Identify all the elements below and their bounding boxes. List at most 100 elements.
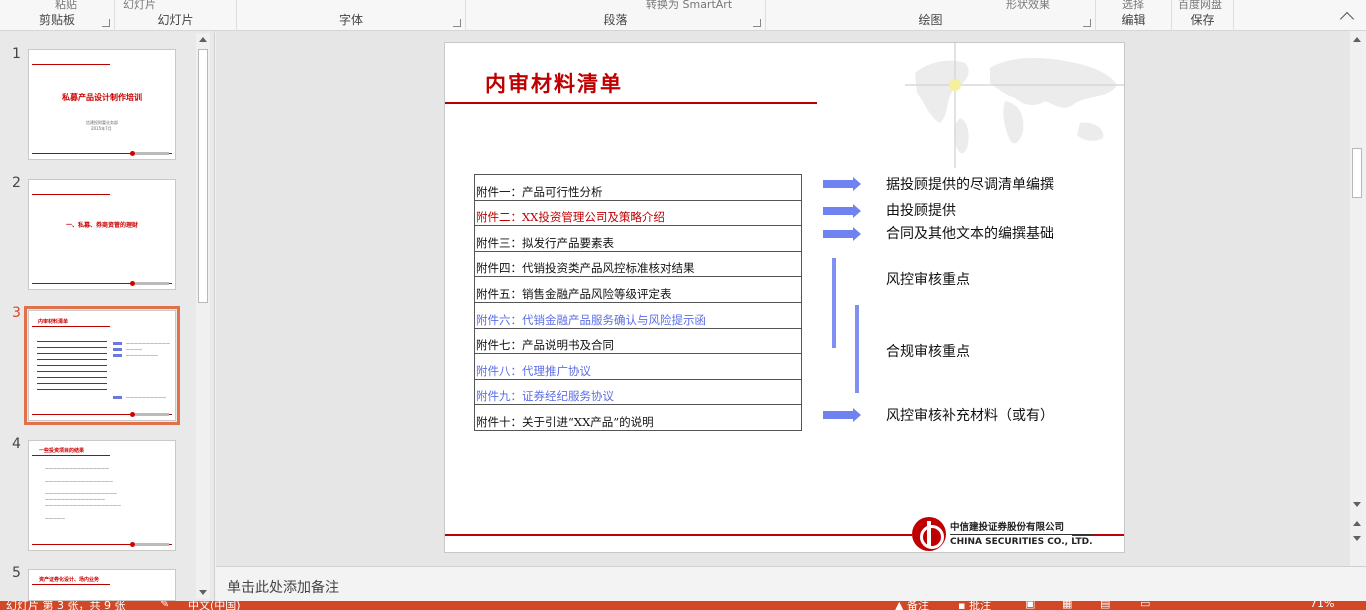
- language-indicator[interactable]: 中文(中国): [188, 601, 241, 610]
- ribbon-group-label: 编辑: [1121, 13, 1146, 27]
- scrollbar-thumb[interactable]: [198, 49, 208, 303]
- notes-pane[interactable]: 单击此处添加备注: [216, 566, 1366, 601]
- thumb-logo-icon: [130, 281, 169, 286]
- right-arrow-icon: [823, 204, 861, 218]
- ribbon-group-slides[interactable]: 幻灯片 幻灯片: [115, 0, 237, 31]
- scroll-down-icon[interactable]: [196, 585, 210, 599]
- thumb-title: 一、私募、券商资管的理财: [66, 222, 139, 229]
- table-row: 附件九：证券经纪服务协议: [474, 378, 802, 406]
- scroll-down-icon[interactable]: [1350, 497, 1364, 511]
- thumb-table-line: [37, 377, 107, 378]
- thumb-note-line: ———————————: [126, 341, 170, 346]
- table-row: 附件二：XX投资管理公司及策略介绍: [474, 199, 802, 227]
- attachment-item[interactable]: 附件一：产品可行性分析: [474, 174, 802, 201]
- reading-view-icon[interactable]: ▤: [1100, 601, 1110, 610]
- slide-thumbnail-1[interactable]: 私募产品设计制作培训 信建投财富业务部 2015年7月: [28, 49, 176, 160]
- thumb-table-line: [37, 389, 107, 390]
- attachment-item[interactable]: 附件九：证券经纪服务协议: [474, 378, 802, 406]
- attachment-item[interactable]: 附件二：XX投资管理公司及策略介绍: [474, 199, 802, 227]
- ribbon: 粘贴 剪贴板 幻灯片 幻灯片 字体 转换为 SmartArt 段落 形状效果 绘…: [0, 0, 1366, 31]
- thumb-body-line: ———————————————————: [45, 503, 121, 508]
- slide-count: 幻灯片 第 3 张，共 9 张: [6, 601, 126, 610]
- thumb-table-line: [37, 365, 107, 366]
- ribbon-group-clipboard[interactable]: 粘贴 剪贴板: [0, 0, 115, 31]
- scrollbar-thumb[interactable]: [1352, 148, 1362, 198]
- font-launcher-icon[interactable]: [453, 19, 461, 27]
- notes-toggle-label: 备注: [906, 601, 929, 610]
- note-compliance-review[interactable]: 合规审核重点: [886, 341, 970, 361]
- note-risk-review[interactable]: 风控审核重点: [886, 269, 970, 289]
- ribbon-group-label: 幻灯片: [157, 13, 194, 27]
- slide-title[interactable]: 内审材料清单: [485, 68, 623, 98]
- thumb-title: 内审材料清单: [38, 319, 69, 325]
- thumb-number: 5: [12, 565, 21, 581]
- attachment-item[interactable]: 附件三：拟发行产品要素表: [474, 225, 802, 252]
- table-row: 附件一：产品可行性分析: [474, 174, 802, 201]
- note-advisor[interactable]: 由投顾提供: [886, 200, 956, 220]
- table-row: 附件六：代销金融产品服务确认与风险提示函: [474, 301, 802, 329]
- thumb-title: 一些投资项目的结果: [39, 448, 85, 454]
- normal-view-icon[interactable]: ▣: [1025, 601, 1035, 610]
- thumb-arrow: [113, 348, 122, 351]
- ribbon-group-save[interactable]: 百度网盘 保存: [1172, 0, 1234, 31]
- note-risk-supplement[interactable]: 风控审核补充材料（或有）: [886, 405, 1054, 425]
- slide-sorter-icon[interactable]: ▦: [1062, 601, 1072, 610]
- previous-slide-icon[interactable]: [1350, 517, 1364, 531]
- ribbon-group-drawing[interactable]: 形状效果 绘图: [766, 0, 1096, 31]
- table-row: 附件四：代销投资类产品风控标准核对结果: [474, 250, 802, 278]
- scroll-up-icon[interactable]: [196, 33, 210, 47]
- attachments-table[interactable]: 附件一：产品可行性分析 附件二：XX投资管理公司及策略介绍 附件三：拟发行产品要素表…: [474, 174, 802, 431]
- ribbon-group-label: 字体: [338, 13, 363, 27]
- title-underline: [445, 102, 817, 104]
- table-row: 附件五：销售金融产品风险等级评定表: [474, 276, 802, 303]
- right-arrow-icon: [823, 177, 861, 191]
- scroll-up-icon[interactable]: [1350, 33, 1364, 47]
- clipboard-launcher-icon[interactable]: [102, 19, 110, 27]
- attachment-item[interactable]: 附件四：代销投资类产品风控标准核对结果: [474, 250, 802, 278]
- drawing-launcher-icon[interactable]: [1083, 19, 1091, 27]
- thumb-body-line: —————————————————: [45, 479, 113, 484]
- thumb-arrow: [113, 396, 122, 399]
- thumb-note-line: ——————————: [126, 395, 166, 400]
- slide-thumbnail-3[interactable]: 内审材料清单 ——————————— ———— ———————— ———————…: [24, 306, 180, 425]
- ribbon-group-paragraph[interactable]: 转换为 SmartArt 段落: [466, 0, 766, 31]
- collapse-ribbon-icon[interactable]: [1339, 11, 1355, 27]
- current-slide[interactable]: 内审材料清单 附件一：产品可行性分析 附件二：XX投资管理公司及策略介绍 附件三：拟…: [444, 42, 1125, 553]
- ribbon-group-editing[interactable]: 选择 编辑: [1096, 0, 1172, 31]
- notes-toggle-button[interactable]: ▲ 备注: [895, 601, 929, 610]
- thumb-title-rule: [32, 584, 110, 585]
- next-slide-icon[interactable]: [1350, 531, 1364, 545]
- note-contract-basis[interactable]: 合同及其他文本的编撰基础: [886, 223, 1054, 243]
- attachment-item[interactable]: 附件十：关于引进“XX产品”的说明: [474, 404, 802, 431]
- thumbnail-scrollbar[interactable]: [196, 33, 210, 599]
- attachment-item[interactable]: 附件八：代理推广协议: [474, 353, 802, 380]
- thumb-title-rule: [32, 194, 110, 195]
- attachment-item[interactable]: 附件七：产品说明书及合同: [474, 327, 802, 355]
- thumb-table-line: [37, 341, 107, 342]
- note-due-diligence[interactable]: 据投顾提供的尽调清单编撰: [886, 174, 1054, 194]
- thumb-number: 1: [12, 46, 21, 62]
- ribbon-group-label: 段落: [603, 13, 628, 27]
- thumb-title-rule: [32, 64, 110, 65]
- company-logo: 中信建投证券股份有限公司 CHINA SECURITIES CO., LTD.: [912, 517, 1093, 552]
- slideshow-icon[interactable]: ▭: [1140, 601, 1150, 610]
- notes-placeholder[interactable]: 单击此处添加备注: [227, 577, 339, 597]
- zoom-level[interactable]: 71%: [1310, 601, 1334, 610]
- comments-toggle-button[interactable]: ▪ 批注: [958, 601, 991, 610]
- right-arrow-icon: [823, 408, 861, 422]
- attachment-item[interactable]: 附件六：代销金融产品服务确认与风险提示函: [474, 301, 802, 329]
- editor-scrollbar[interactable]: [1350, 31, 1364, 566]
- spell-check-icon[interactable]: ✎: [160, 601, 169, 610]
- ribbon-group-font[interactable]: 字体: [237, 0, 466, 31]
- paragraph-launcher-icon[interactable]: [753, 19, 761, 27]
- slide-thumbnail-4[interactable]: 一些投资项目的结果 ———————————————— —————————————…: [28, 440, 176, 551]
- slide-thumbnail-2[interactable]: 一、私募、券商资管的理财: [28, 179, 176, 290]
- slide-thumbnail-5[interactable]: 资产证券化设计、场内业务: [28, 569, 176, 601]
- thumb-title-rule: [32, 455, 110, 456]
- logo-chinese-name: 中信建投证券股份有限公司: [950, 522, 1065, 533]
- attachment-item[interactable]: 附件五：销售金融产品风险等级评定表: [474, 276, 802, 303]
- thumb-table-line: [37, 359, 107, 360]
- thumb-body-line: ————————————————: [45, 466, 109, 471]
- thumb-body-line: —————: [45, 516, 65, 521]
- thumb-arrow: [113, 354, 122, 357]
